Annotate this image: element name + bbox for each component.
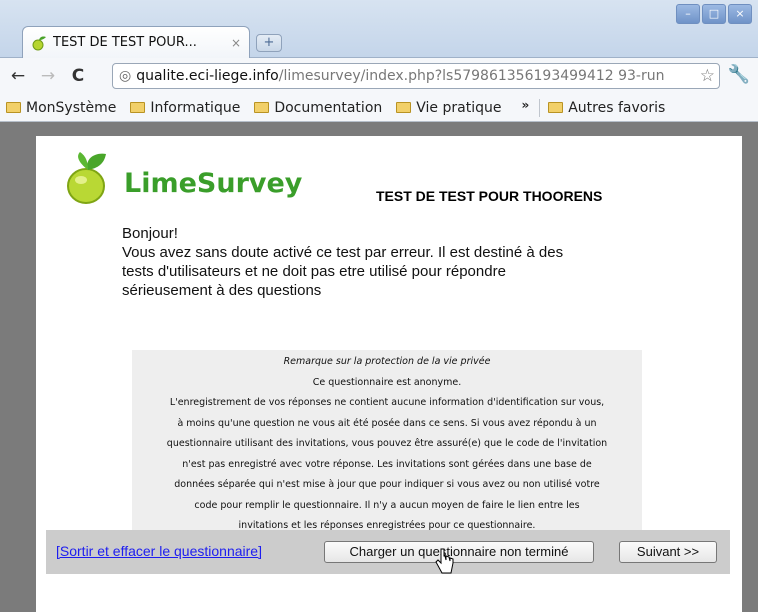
browser-tab[interactable]: TEST DE TEST POUR... × bbox=[22, 26, 250, 58]
folder-icon bbox=[254, 102, 270, 113]
tab-close-icon[interactable]: × bbox=[231, 36, 241, 50]
minimize-button[interactable]: – bbox=[676, 4, 700, 24]
exit-and-clear-link[interactable]: [Sortir et effacer le questionnaire] bbox=[56, 543, 262, 559]
welcome-line: sérieusement à des questions bbox=[122, 282, 322, 299]
bookmark-monsysteme[interactable]: MonSystème bbox=[6, 100, 116, 116]
privacy-line: L'enregistrement de vos réponses ne cont… bbox=[169, 397, 605, 408]
privacy-line: à moins qu'une question ne vous ait été … bbox=[177, 417, 597, 429]
privacy-heading: Remarque sur la protection de la vie pri… bbox=[283, 356, 491, 367]
folder-icon bbox=[548, 102, 564, 113]
survey-title: TEST DE TEST POUR THOORENS bbox=[376, 188, 603, 204]
folder-icon bbox=[396, 102, 412, 113]
survey-page: LimeSurvey TEST DE TEST POUR THOORENS Bo… bbox=[36, 136, 742, 612]
privacy-line: Ce questionnaire est anonyme. bbox=[312, 376, 462, 388]
bookmark-informatique[interactable]: Informatique bbox=[130, 100, 240, 116]
back-arrow-icon[interactable]: ← bbox=[6, 64, 30, 88]
hand-cursor-icon bbox=[435, 548, 454, 574]
maximize-button[interactable]: □ bbox=[702, 4, 726, 24]
bookmark-label: Vie pratique bbox=[416, 99, 502, 116]
privacy-line: données séparée qui n'est mise à jour qu… bbox=[174, 479, 600, 490]
browser-toolbar: ← → C ◎ qualite.eci-liege.info /limesurv… bbox=[0, 58, 758, 94]
bookmarks-overflow-chevron-icon[interactable]: » bbox=[521, 98, 529, 112]
wrench-menu-icon[interactable]: 🔧 bbox=[728, 64, 750, 85]
bookmarks-bar: MonSystème Informatique Documentation Vi… bbox=[0, 94, 758, 122]
bookmark-label: Informatique bbox=[150, 99, 241, 116]
tab-title: TEST DE TEST POUR... bbox=[53, 35, 197, 50]
browser-titlebar: TEST DE TEST POUR... × + – □ × bbox=[0, 0, 758, 58]
close-window-button[interactable]: × bbox=[728, 4, 752, 24]
welcome-text: Bonjour! Vous avez sans doute activé ce … bbox=[122, 224, 642, 300]
url-path: /limesurvey/index.php?ls5798613561934994… bbox=[278, 68, 665, 84]
folder-icon bbox=[130, 102, 146, 113]
window-controls: – □ × bbox=[676, 4, 752, 24]
bookmarks-separator bbox=[539, 98, 541, 117]
logo-text: LimeSurvey bbox=[124, 168, 303, 199]
welcome-line: Vous avez sans doute activé ce test par … bbox=[122, 244, 564, 261]
lime-fruit-icon bbox=[67, 152, 106, 204]
privacy-line: questionnaire utilisant des invitations,… bbox=[166, 438, 608, 449]
bookmark-vie-pratique[interactable]: Vie pratique bbox=[396, 100, 501, 116]
url-host: qualite.eci-liege.info bbox=[136, 68, 279, 84]
welcome-line: tests d'utilisateurs et ne doit pas etre… bbox=[122, 263, 506, 280]
bookmark-label: MonSystème bbox=[26, 99, 117, 116]
limesurvey-favicon-icon bbox=[32, 35, 46, 50]
reload-icon[interactable]: C bbox=[66, 64, 90, 88]
load-unfinished-button[interactable]: Charger un questionnaire non terminé bbox=[324, 541, 594, 563]
privacy-line: n'est pas enregistré avec votre réponse.… bbox=[182, 458, 592, 470]
page-info-icon[interactable]: ◎ bbox=[119, 68, 131, 84]
bookmark-star-icon[interactable]: ☆ bbox=[697, 66, 715, 86]
folder-icon bbox=[6, 102, 21, 113]
welcome-line: Bonjour! bbox=[122, 225, 178, 242]
privacy-line: code pour remplir le questionnaire. Il n… bbox=[194, 499, 580, 511]
bookmark-autres-favoris[interactable]: Autres favoris bbox=[548, 100, 665, 116]
bookmark-label: Autres favoris bbox=[568, 99, 666, 116]
bookmark-label: Documentation bbox=[274, 99, 383, 116]
new-tab-button[interactable]: + bbox=[256, 34, 282, 52]
address-bar[interactable]: ◎ qualite.eci-liege.info /limesurvey/ind… bbox=[112, 63, 720, 89]
survey-navigation-bar: [Sortir et effacer le questionnaire] Cha… bbox=[46, 530, 730, 574]
bookmark-documentation[interactable]: Documentation bbox=[254, 100, 382, 116]
next-button[interactable]: Suivant >> bbox=[619, 541, 717, 563]
privacy-notice: Remarque sur la protection de la vie pri… bbox=[132, 350, 642, 531]
forward-arrow-icon[interactable]: → bbox=[36, 64, 60, 88]
limesurvey-logo: LimeSurvey bbox=[54, 150, 302, 206]
